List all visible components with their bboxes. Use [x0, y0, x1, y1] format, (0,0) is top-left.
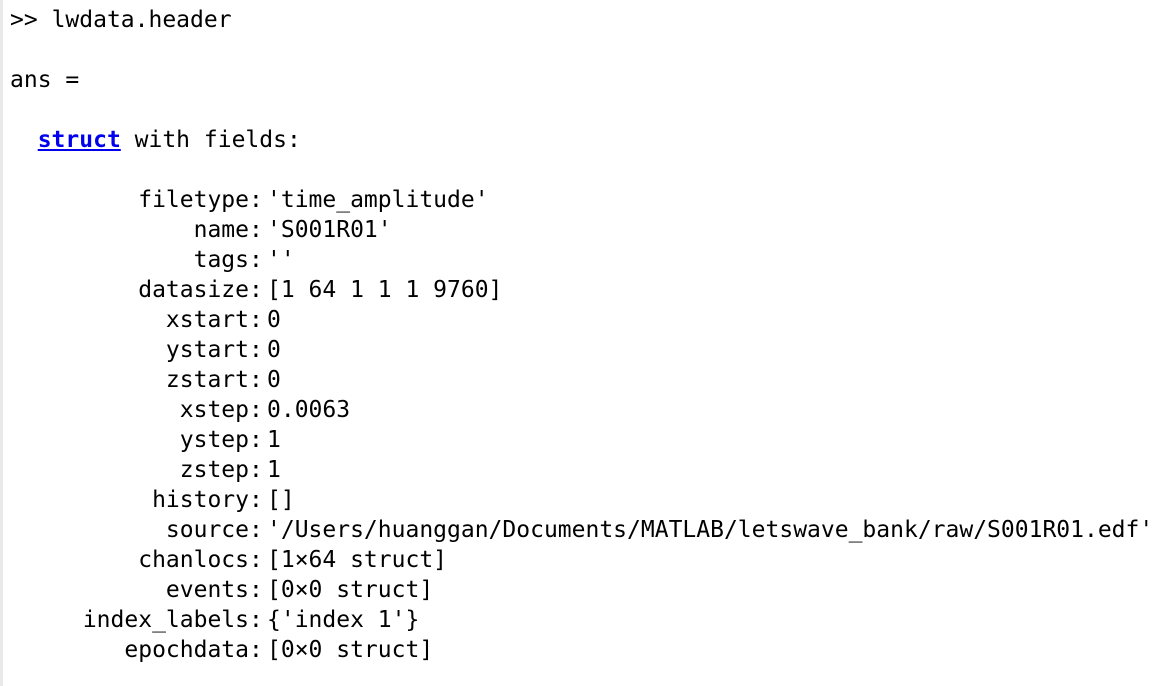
- struct-field-row: xstart:0: [10, 305, 1168, 335]
- ans-line: ans =: [10, 67, 80, 93]
- struct-field-row: zstep:1: [10, 455, 1168, 485]
- struct-field-row: events: [0×0 struct]: [10, 575, 1168, 605]
- field-value: {'index 1'}: [267, 607, 420, 633]
- field-name: source: [165, 517, 249, 543]
- field-name: index_labels: [82, 607, 249, 633]
- struct-field-row: index_labels: {'index 1'}: [10, 605, 1168, 635]
- field-name: name: [193, 217, 249, 243]
- struct-field-row: xstep:0.0063: [10, 395, 1168, 425]
- field-value: 0: [267, 337, 281, 363]
- field-value: [1×64 struct]: [267, 547, 448, 573]
- field-value: 0.0063: [267, 397, 351, 423]
- command-window[interactable]: >> lwdata.header ans = struct with field…: [10, 5, 1168, 665]
- field-value: [1 64 1 1 1 9760]: [267, 277, 503, 303]
- field-name: tags: [193, 247, 249, 273]
- struct-field-row: ystep:1: [10, 425, 1168, 455]
- struct-field-row: datasize: [1 64 1 1 1 9760]: [10, 275, 1168, 305]
- field-name: chanlocs: [138, 547, 249, 573]
- field-value: 0: [267, 367, 281, 393]
- console-left-border: [0, 0, 3, 686]
- struct-field-row: ystart:0: [10, 335, 1168, 365]
- struct-field-row: history:[]: [10, 485, 1168, 515]
- field-name: zstart: [165, 367, 249, 393]
- field-name: xstep: [179, 397, 249, 423]
- struct-field-row: source: '/Users/huanggan/Documents/MATLAB…: [10, 515, 1168, 545]
- field-value: [0×0 struct]: [267, 637, 434, 663]
- struct-header-line: struct with fields:: [10, 125, 1168, 155]
- struct-field-row: chanlocs: [1×64 struct]: [10, 545, 1168, 575]
- field-value: []: [267, 487, 295, 513]
- field-value: '/Users/huanggan/Documents/MATLAB/letswa…: [267, 517, 1154, 543]
- field-name: history: [152, 487, 249, 513]
- command-prompt: >>: [10, 7, 38, 33]
- field-value: 'time_amplitude': [267, 187, 489, 213]
- struct-field-row: name: 'S001R01': [10, 215, 1168, 245]
- field-value: [0×0 struct]: [267, 577, 434, 603]
- struct-field-row: zstart:0: [10, 365, 1168, 395]
- field-value: 1: [267, 427, 281, 453]
- field-name: epochdata: [124, 637, 249, 663]
- field-name: events: [165, 577, 249, 603]
- struct-doc-link[interactable]: struct: [38, 127, 121, 153]
- field-name: xstart: [165, 307, 249, 333]
- command-text: lwdata.header: [51, 7, 232, 33]
- struct-field-row: tags: '': [10, 245, 1168, 275]
- field-value: 0: [267, 307, 281, 333]
- field-name: datasize: [138, 277, 249, 303]
- struct-suffix-text: with fields:: [120, 127, 301, 153]
- field-name: filetype: [138, 187, 249, 213]
- field-value: 1: [267, 457, 281, 483]
- struct-field-row: filetype:'time_amplitude': [10, 185, 1168, 215]
- field-name: zstep: [179, 457, 249, 483]
- struct-field-row: epochdata: [0×0 struct]: [10, 635, 1168, 665]
- field-name: ystart: [165, 337, 249, 363]
- command-line: >> lwdata.header: [10, 5, 1168, 35]
- field-name: ystep: [179, 427, 249, 453]
- field-value: '': [267, 247, 295, 273]
- field-value: 'S001R01': [267, 217, 392, 243]
